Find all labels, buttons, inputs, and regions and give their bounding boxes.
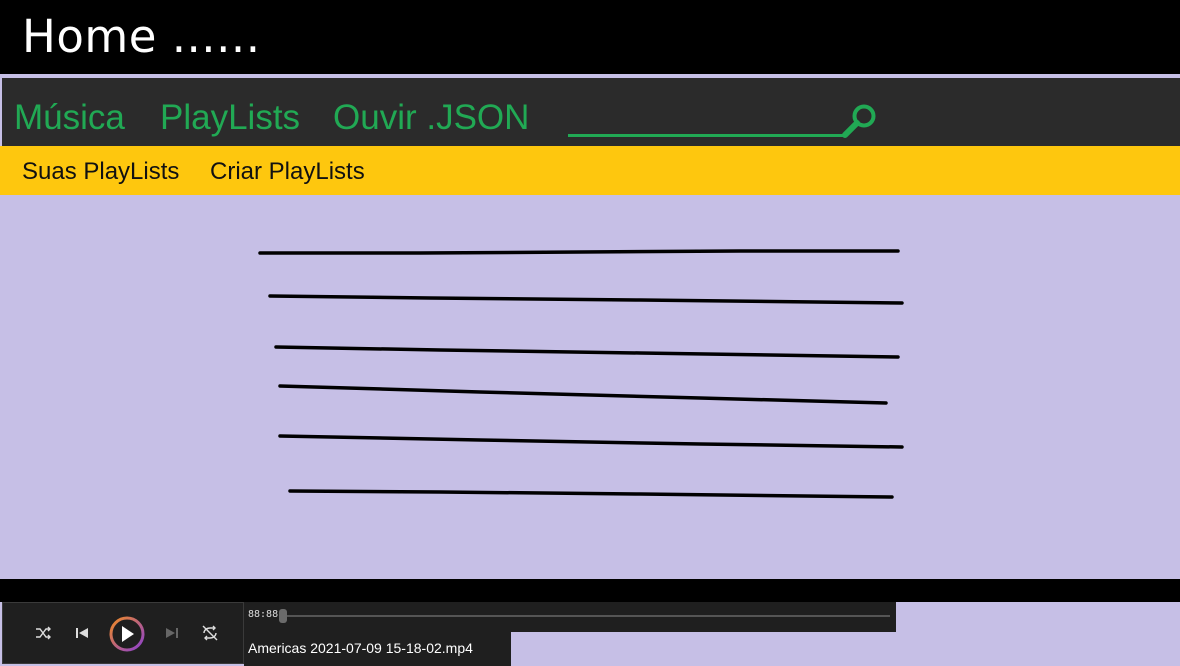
seek-track[interactable] [282, 615, 890, 617]
previous-icon[interactable] [70, 621, 94, 645]
main-nav: Música PlayLists Ouvir .JSON [2, 78, 1180, 146]
next-icon[interactable] [160, 621, 184, 645]
seek-bar: 88:88 [244, 602, 896, 632]
page-title: Home ...... [22, 10, 261, 63]
tab-suas-playlists[interactable]: Suas PlayLists [22, 158, 179, 186]
search-input[interactable] [568, 134, 844, 137]
repeat-icon[interactable] [198, 621, 222, 645]
placeholder-line [278, 384, 888, 405]
title-bar: Home ...... [0, 0, 1180, 74]
playlist-content-area [0, 195, 1180, 579]
placeholder-lines [258, 249, 904, 499]
play-icon[interactable] [105, 615, 149, 653]
current-time: 88:88 [248, 609, 279, 620]
placeholder-line [258, 249, 900, 255]
file-name: Americas 2021-07-09 15-18-02.mp4 [248, 640, 473, 656]
placeholder-line [268, 294, 904, 305]
divider [0, 579, 1180, 602]
nav-item-musica[interactable]: Música [14, 98, 125, 138]
placeholder-line [274, 345, 900, 359]
now-playing: Americas 2021-07-09 15-18-02.mp4 [244, 632, 511, 666]
search-icon[interactable] [840, 100, 880, 140]
nav-item-playlists[interactable]: PlayLists [160, 98, 300, 138]
media-controls [2, 602, 244, 664]
tab-criar-playlists[interactable]: Criar PlayLists [210, 158, 365, 186]
shuffle-icon[interactable] [31, 621, 55, 645]
sub-nav: Suas PlayLists Criar PlayLists [0, 146, 1180, 195]
seek-thumb[interactable] [279, 609, 287, 623]
nav-item-ouvir-json[interactable]: Ouvir .JSON [333, 98, 529, 138]
placeholder-line [288, 489, 894, 499]
placeholder-line [278, 434, 904, 449]
